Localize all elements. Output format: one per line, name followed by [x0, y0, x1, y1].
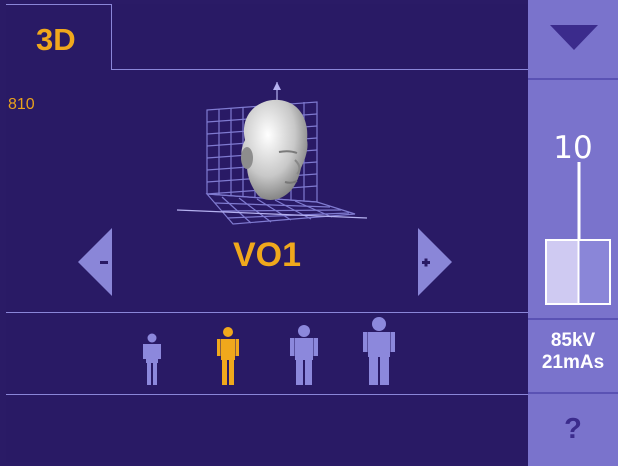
previous-mode-button[interactable]	[76, 218, 124, 306]
person-medium-icon	[290, 325, 318, 385]
next-mode-button[interactable]	[408, 218, 456, 306]
person-large-icon	[363, 317, 395, 385]
slider-handle	[577, 240, 580, 304]
sidebar-separator-top	[528, 78, 618, 80]
tab-3d[interactable]: 3D	[6, 4, 112, 70]
tab-3d-label: 3D	[36, 22, 76, 57]
person-small-icon	[217, 327, 239, 385]
main-panel: 3D 810 VO1	[6, 4, 528, 462]
person-child-icon	[143, 333, 161, 385]
tab-divider	[112, 69, 528, 70]
sidebar-separator-mid	[528, 318, 618, 320]
patient-size-child[interactable]	[142, 333, 162, 390]
patient-size-large-adult[interactable]	[363, 317, 395, 390]
mas-value: 21mAs	[541, 352, 605, 373]
patient-size-small-adult[interactable]	[216, 327, 240, 390]
kv-value: 85kV	[550, 330, 596, 351]
arrow-left-icon	[78, 228, 112, 296]
patient-size-medium-adult[interactable]	[290, 325, 318, 390]
level-value: 10	[553, 130, 593, 166]
slider-stem	[577, 162, 581, 240]
slider-fill	[547, 241, 578, 303]
screen: 3D 810 VO1 10 85kV 21mAs ?	[0, 0, 618, 466]
dropdown-button[interactable]	[528, 0, 618, 78]
patient-size-selector	[6, 316, 528, 398]
divider-top	[6, 312, 528, 313]
head-3d-preview	[167, 82, 371, 234]
divider-bottom	[6, 394, 528, 395]
counter-value: 810	[8, 96, 35, 113]
level-slider[interactable]	[528, 162, 618, 306]
arrow-right-icon	[418, 228, 452, 296]
technique-readout: 85kV 21mAs	[528, 330, 618, 374]
help-button[interactable]: ?	[528, 392, 618, 466]
triangle-down-icon	[550, 25, 598, 50]
